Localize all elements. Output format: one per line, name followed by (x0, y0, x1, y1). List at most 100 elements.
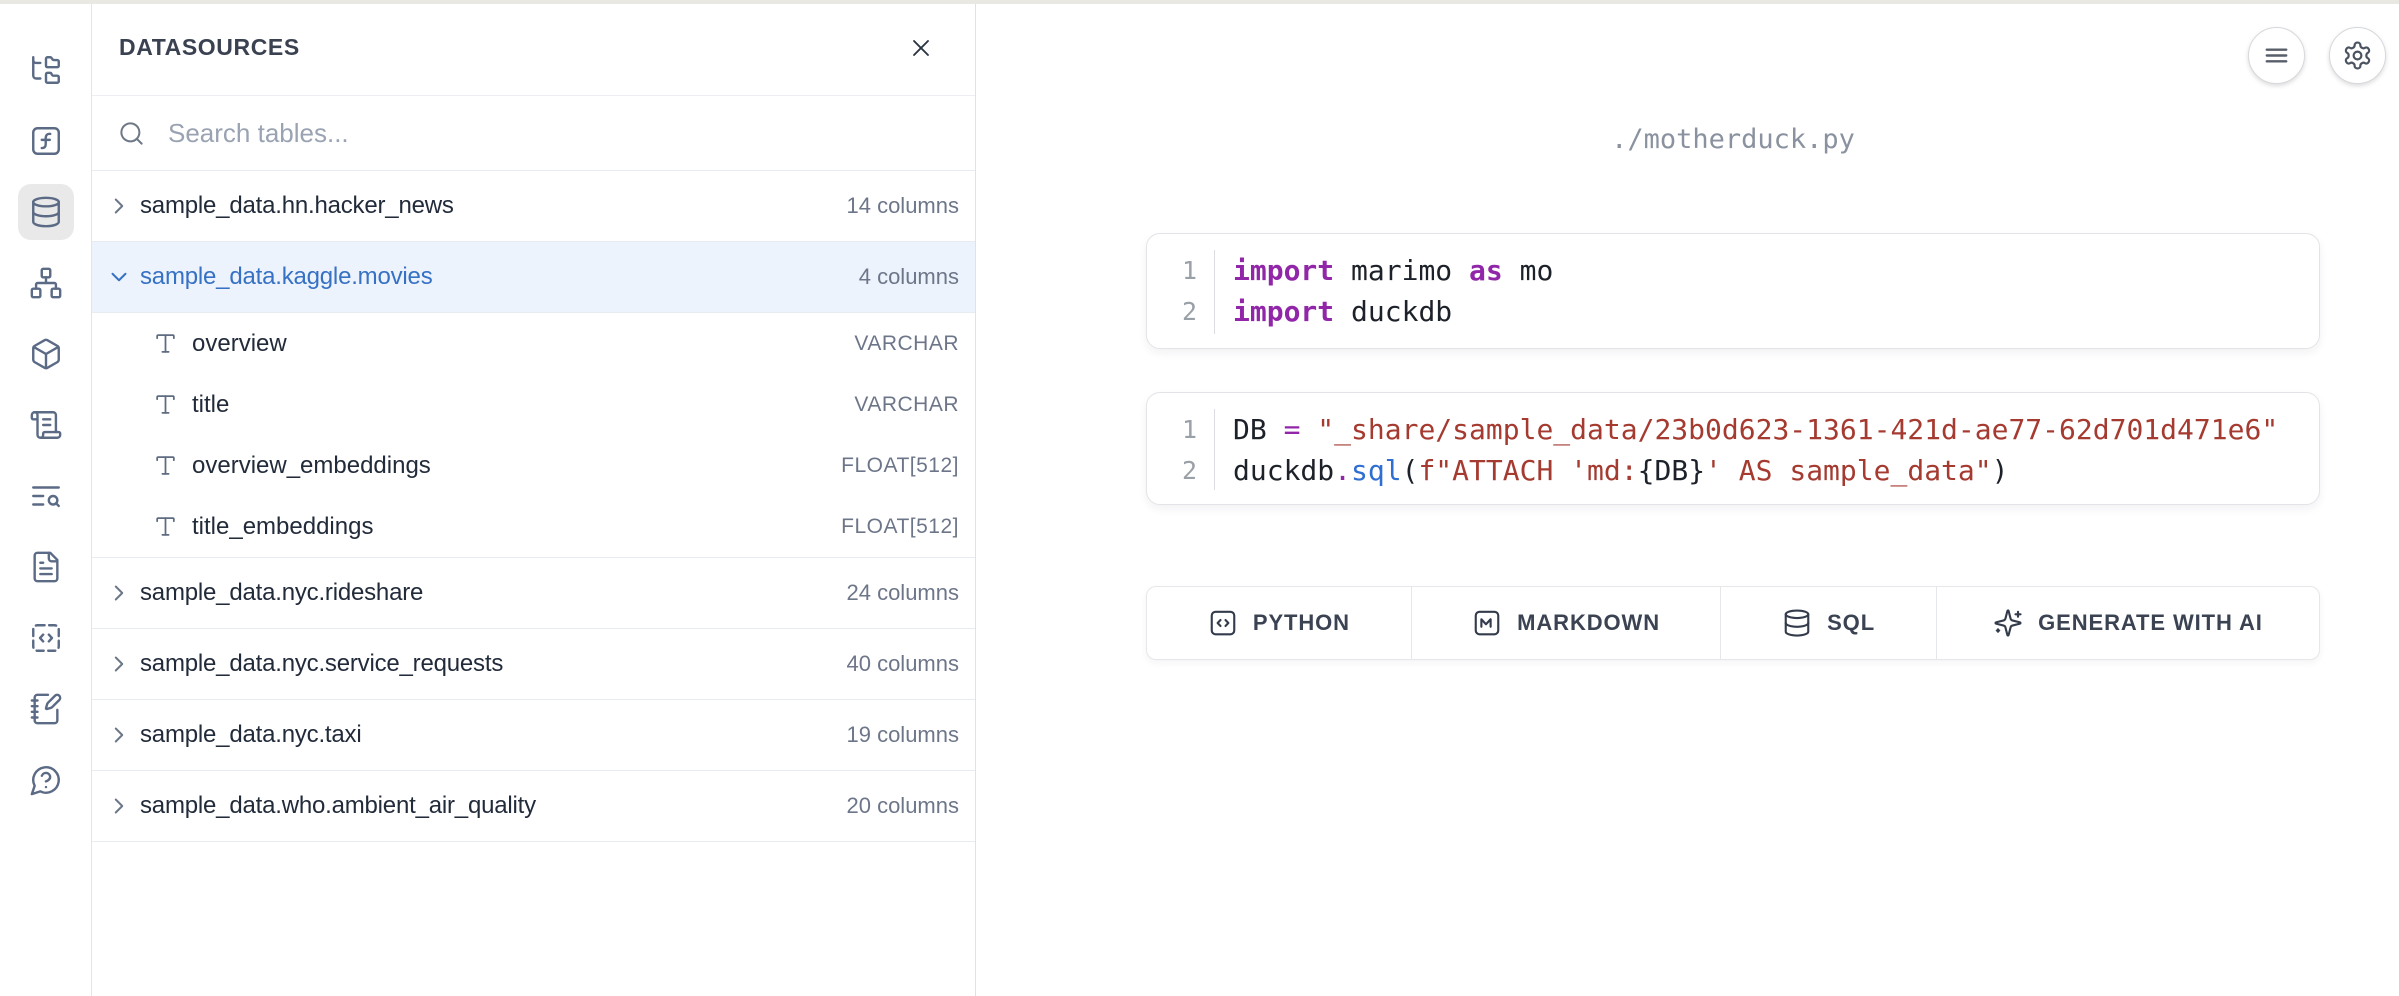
square-code-icon (29, 621, 63, 655)
chevron-right-icon (106, 793, 132, 819)
sidebar-item-snippets[interactable] (18, 610, 74, 666)
table-name: sample_data.who.ambient_air_quality (140, 792, 536, 820)
sidebar-item-variables[interactable] (18, 113, 74, 169)
code-cell[interactable]: 12import marimo as moimport duckdb (1146, 233, 2320, 349)
column-type: VARCHAR (854, 332, 959, 356)
notebook-menu-button[interactable] (2248, 27, 2305, 84)
notebook-pen-icon (29, 692, 63, 726)
m-square-icon (1472, 608, 1502, 638)
add-cell-button-markdown[interactable]: MARKDOWN (1412, 587, 1721, 659)
table-row[interactable]: sample_data.nyc.taxi19 columns (92, 700, 975, 771)
file-text-icon (29, 550, 63, 584)
activity-sidebar (0, 0, 92, 996)
table-name: sample_data.nyc.taxi (140, 721, 361, 749)
gear-icon (2342, 40, 2373, 71)
code-cell[interactable]: 12 DB = "_share/sample_data/23b0d623-1361… (1146, 392, 2320, 505)
search-icon (118, 120, 145, 147)
notebook-filename[interactable]: ./motherduck.py (1146, 124, 2320, 155)
search-tables-input[interactable] (166, 117, 949, 150)
type-icon (153, 392, 178, 417)
text-search-icon (29, 479, 63, 513)
table-row[interactable]: sample_data.nyc.rideshare 24 columns (92, 558, 975, 629)
column-row[interactable]: overview VARCHAR (92, 313, 975, 374)
column-name: overview (192, 330, 287, 358)
chevron-right-icon (106, 580, 132, 606)
panel-header: DATASOURCES (92, 0, 975, 96)
cell-editor: import marimo as moimport duckdb (1215, 250, 1553, 334)
table-column-count: 40 columns (846, 651, 959, 677)
code-line: DB = "_share/sample_data/23b0d623-1361-4… (1233, 409, 2278, 450)
table-column-count: 20 columns (846, 793, 959, 819)
window-top-strip (0, 0, 2399, 4)
sidebar-item-packages[interactable] (18, 326, 74, 382)
sidebar-item-file-explorer[interactable] (18, 42, 74, 98)
settings-button[interactable] (2329, 27, 2386, 84)
add-cell-button-label: GENERATE WITH AI (2038, 610, 2263, 636)
add-cell-button-sql[interactable]: SQL (1721, 587, 1937, 659)
table-name: sample_data.kaggle.movies (140, 263, 433, 291)
chevron-down-icon (106, 264, 132, 290)
database-icon (29, 195, 63, 229)
tables-list: sample_data.hn.hacker_news14 columnssamp… (92, 171, 975, 842)
column-row[interactable]: overview_embeddings FLOAT[512] (92, 435, 975, 496)
table-column-count: 14 columns (846, 193, 959, 219)
sidebar-item-scratchpad[interactable] (18, 681, 74, 737)
table-columns-group: overview VARCHAR title VARCHAR overview_embe… (92, 313, 975, 558)
type-icon (153, 331, 178, 356)
line-number: 2 (1147, 450, 1214, 491)
close-icon (907, 34, 935, 62)
message-circle-question-icon (29, 763, 63, 797)
sidebar-item-datasources[interactable] (18, 184, 74, 240)
sidebar-item-dependencies[interactable] (18, 255, 74, 311)
sidebar-item-outline[interactable] (18, 397, 74, 453)
add-cell-button-python[interactable]: PYTHON (1147, 587, 1412, 659)
column-type: FLOAT[512] (841, 515, 959, 539)
table-column-count: 4 columns (859, 264, 959, 290)
add-cell-button-label: SQL (1827, 610, 1875, 636)
code-line: import marimo as mo (1233, 250, 1553, 291)
code-line: import duckdb (1233, 291, 1553, 332)
cell-gutter: 12 (1147, 250, 1215, 334)
chevron-right-icon (106, 193, 132, 219)
close-panel-button[interactable] (907, 34, 935, 62)
add-cell-toolbar: PYTHON MARKDOWN SQL GENERATE WITH AI (1146, 586, 2320, 660)
hamburger-menu-icon (2261, 40, 2292, 71)
table-name: sample_data.nyc.service_requests (140, 650, 503, 678)
database-icon (1782, 608, 1812, 638)
column-row[interactable]: title_embeddings FLOAT[512] (92, 496, 975, 557)
cell-gutter: 12 (1147, 409, 1215, 490)
table-row[interactable]: sample_data.nyc.service_requests 40 colum… (92, 629, 975, 700)
cell-editor: DB = "_share/sample_data/23b0d623-1361-4… (1215, 409, 2278, 490)
column-name: title_embeddings (192, 513, 373, 541)
table-column-count: 24 columns (846, 580, 959, 606)
add-cell-button-label: MARKDOWN (1517, 610, 1660, 636)
add-cell-button-label: PYTHON (1253, 610, 1350, 636)
table-name: sample_data.hn.hacker_news (140, 192, 454, 220)
sidebar-item-documentation[interactable] (18, 539, 74, 595)
table-row[interactable]: sample_data.hn.hacker_news 14 columns (92, 171, 975, 242)
column-type: FLOAT[512] (841, 454, 959, 478)
box-icon (29, 337, 63, 371)
column-name: title (192, 391, 229, 419)
column-name: overview_embeddings (192, 452, 431, 480)
network-icon (29, 266, 63, 300)
column-type: VARCHAR (854, 393, 959, 417)
add-cell-button-generate-with-ai[interactable]: GENERATE WITH AI (1937, 587, 2319, 659)
line-number: 2 (1147, 291, 1214, 332)
scroll-text-icon (29, 408, 63, 442)
panel-title: DATASOURCES (119, 34, 300, 61)
type-icon (153, 514, 178, 539)
table-row[interactable]: sample_data.who.ambient_air_quality 20 co… (92, 771, 975, 842)
datasources-panel: DATASOURCES sample_data.hn.hacker_news 14… (92, 0, 976, 996)
chevron-right-icon (106, 722, 132, 748)
line-number: 1 (1147, 250, 1214, 291)
sparkles-icon (1993, 608, 2023, 638)
sidebar-item-help[interactable] (18, 752, 74, 808)
column-row[interactable]: title VARCHAR (92, 374, 975, 435)
table-name: sample_data.nyc.rideshare (140, 579, 423, 607)
table-row[interactable]: sample_data.kaggle.movies 4 columns (92, 242, 975, 313)
sidebar-item-logs[interactable] (18, 468, 74, 524)
function-square-icon (29, 124, 63, 158)
search-bar (92, 96, 975, 171)
code-square-icon (1208, 608, 1238, 638)
